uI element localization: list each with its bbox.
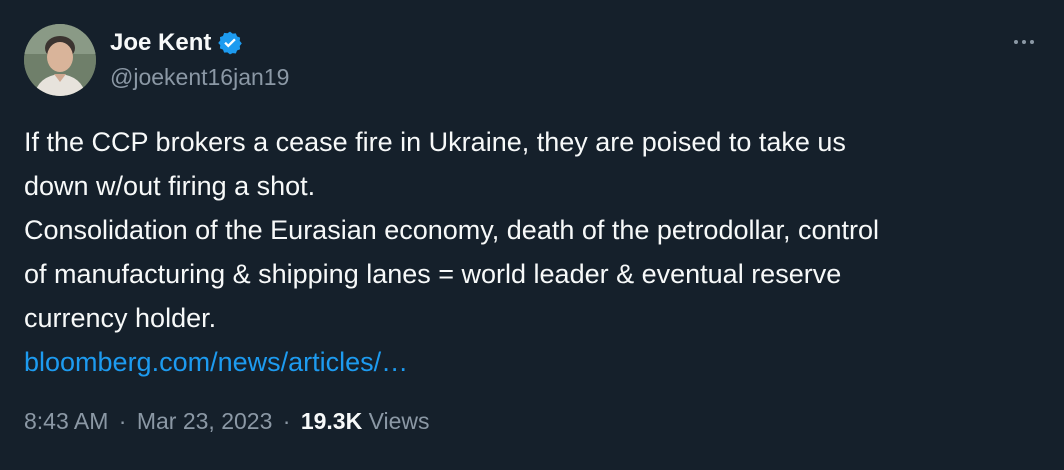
tweet-text-line: down w/out firing a shot.: [24, 171, 316, 201]
more-horizontal-icon: [1014, 40, 1018, 44]
more-horizontal-icon-dot: [1030, 40, 1034, 44]
tweet-time[interactable]: 8:43 AM: [24, 408, 108, 434]
avatar-photo-icon: [24, 24, 96, 96]
more-horizontal-icon-dot: [1022, 40, 1026, 44]
meta-separator: ·: [282, 408, 291, 434]
tweet-meta: 8:43 AM · Mar 23, 2023 · 19.3K Views: [24, 408, 430, 435]
tweet-date[interactable]: Mar 23, 2023: [137, 408, 273, 434]
author-name-row: Joe Kent: [110, 26, 243, 60]
meta-separator: ·: [118, 408, 127, 434]
author-handle[interactable]: @joekent16jan19: [110, 64, 289, 91]
tweet-text-line: currency holder.: [24, 303, 217, 333]
tweet-card: Joe Kent @joekent16jan19 If the CCP brok…: [0, 0, 1064, 470]
tweet-text-line: If the CCP brokers a cease fire in Ukrai…: [24, 127, 846, 157]
more-options-button[interactable]: [1008, 28, 1040, 56]
tweet-text-line: of manufacturing & shipping lanes = worl…: [24, 259, 842, 289]
author-display-name[interactable]: Joe Kent: [110, 29, 211, 57]
verified-badge-icon[interactable]: [217, 30, 243, 56]
tweet-text: If the CCP brokers a cease fire in Ukrai…: [24, 120, 1044, 384]
views-label: Views: [368, 408, 430, 434]
views-count: 19.3K: [300, 408, 363, 434]
article-link[interactable]: bloomberg.com/news/articles/…: [24, 347, 408, 377]
tweet-text-line: Consolidation of the Eurasian economy, d…: [24, 215, 880, 245]
avatar[interactable]: [24, 24, 96, 96]
